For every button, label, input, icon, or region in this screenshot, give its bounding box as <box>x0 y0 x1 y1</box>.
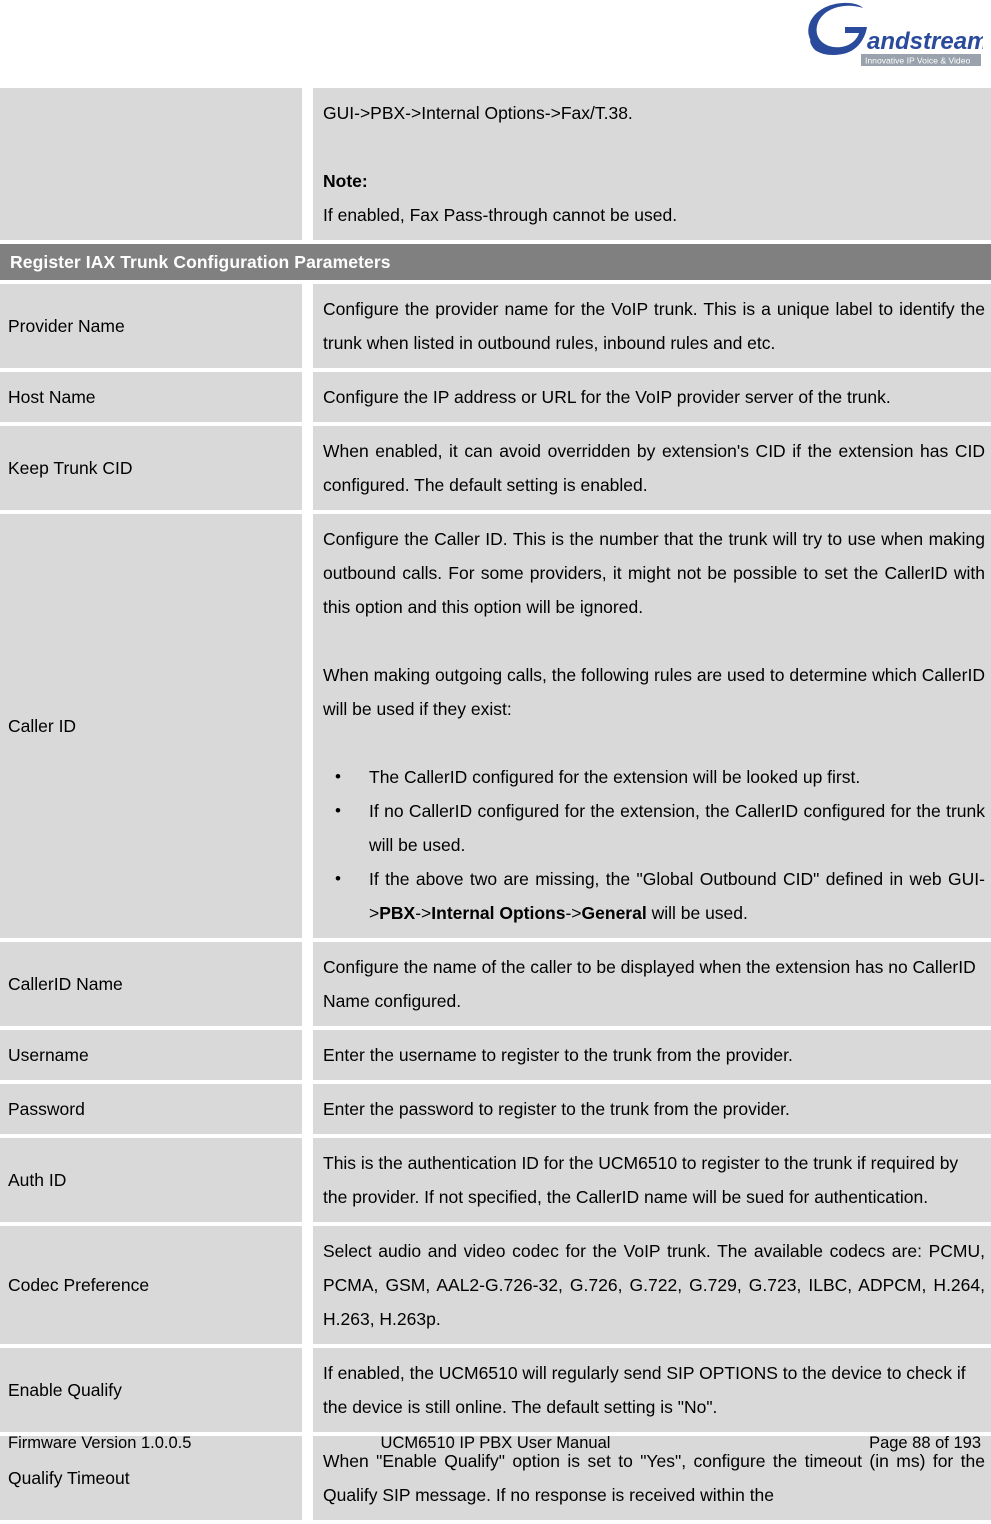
table-row: Auth ID This is the authentication ID fo… <box>0 1138 991 1222</box>
parameters-table: GUI->PBX->Internal Options->Fax/T.38. No… <box>0 88 991 1524</box>
table-row: Caller ID Configure the Caller ID. This … <box>0 514 991 938</box>
footer-firmware-version: Firmware Version 1.0.0.5 <box>8 1433 192 1452</box>
table-row: Enable Qualify If enabled, the UCM6510 w… <box>0 1348 991 1432</box>
bullet-bold-internal-options: Internal Options <box>431 903 566 923</box>
row-label-callerid-name: CallerID Name <box>0 942 302 1026</box>
table-row: Provider Name Configure the provider nam… <box>0 284 991 368</box>
row-label-keep-trunk-cid: Keep Trunk CID <box>0 426 302 510</box>
description-text: If enabled, the UCM6510 will regularly s… <box>323 1363 966 1417</box>
row-label-enable-qualify: Enable Qualify <box>0 1348 302 1432</box>
row-description: Enter the username to register to the tr… <box>313 1030 991 1080</box>
row-label-auth-id: Auth ID <box>0 1138 302 1222</box>
description-text: Configure the provider name for the VoIP… <box>323 299 985 353</box>
description-text: Enter the password to register to the tr… <box>323 1099 790 1119</box>
bullet-bold-pbx: PBX <box>379 903 416 923</box>
continued-line: GUI->PBX->Internal Options->Fax/T.38. <box>323 103 633 123</box>
row-label-provider-name: Provider Name <box>0 284 302 368</box>
row-description: If enabled, the UCM6510 will regularly s… <box>313 1348 991 1432</box>
row-label-codec-preference: Codec Preference <box>0 1226 302 1344</box>
row-description: Configure the IP address or URL for the … <box>313 372 991 422</box>
row-description: Select audio and video codec for the VoI… <box>313 1226 991 1344</box>
svg-text:andstream: andstream <box>867 28 983 55</box>
list-item: The CallerID configured for the extensio… <box>323 760 985 794</box>
table-row: Host Name Configure the IP address or UR… <box>0 372 991 422</box>
bullet-bold-general: General <box>581 903 647 923</box>
description-text: This is the authentication ID for the UC… <box>323 1153 959 1207</box>
table-row: GUI->PBX->Internal Options->Fax/T.38. No… <box>0 88 991 240</box>
description-paragraph-2: When making outgoing calls, the followin… <box>323 665 985 719</box>
note-heading: Note: <box>323 171 368 191</box>
table-row: Password Enter the password to register … <box>0 1084 991 1134</box>
row-description: Enter the password to register to the tr… <box>313 1084 991 1134</box>
row-label-host-name: Host Name <box>0 372 302 422</box>
table-row: Codec Preference Select audio and video … <box>0 1226 991 1344</box>
bullet-suffix: will be used. <box>646 903 748 923</box>
description-text: Configure the name of the caller to be d… <box>323 957 976 1011</box>
table-row: Username Enter the username to register … <box>0 1030 991 1080</box>
bullet-arrow: -> <box>565 903 582 923</box>
row-description: Configure the name of the caller to be d… <box>313 942 991 1026</box>
row-description: Configure the provider name for the VoIP… <box>313 284 991 368</box>
section-header-bar: Register IAX Trunk Configuration Paramet… <box>0 244 991 280</box>
row-description: This is the authentication ID for the UC… <box>313 1138 991 1222</box>
description-text: Enter the username to register to the tr… <box>323 1045 793 1065</box>
table-row: CallerID Name Configure the name of the … <box>0 942 991 1026</box>
page-footer: UCM6510 IP PBX User Manual Firmware Vers… <box>0 1428 991 1458</box>
rules-bullet-list: The CallerID configured for the extensio… <box>323 760 985 930</box>
description-text: Configure the IP address or URL for the … <box>323 387 891 407</box>
bullet-arrow: -> <box>415 903 432 923</box>
row-label-password: Password <box>0 1084 302 1134</box>
page-header: andstream Innovative IP Voice & Video <box>0 0 991 88</box>
grandstream-logo: andstream Innovative IP Voice & Video <box>805 2 983 70</box>
row-description: GUI->PBX->Internal Options->Fax/T.38. No… <box>313 88 991 240</box>
row-description: Configure the Caller ID. This is the num… <box>313 514 991 938</box>
row-label <box>0 88 302 240</box>
list-item: If no CallerID configured for the extens… <box>323 794 985 862</box>
row-label-caller-id: Caller ID <box>0 514 302 938</box>
list-item: If the above two are missing, the "Globa… <box>323 862 985 930</box>
description-paragraph-1: Configure the Caller ID. This is the num… <box>323 529 985 617</box>
description-text: Select audio and video codec for the VoI… <box>323 1241 985 1329</box>
footer-page-number: Page 88 of 193 <box>869 1433 981 1452</box>
row-label-username: Username <box>0 1030 302 1080</box>
note-text: If enabled, Fax Pass-through cannot be u… <box>323 205 678 225</box>
row-description: When enabled, it can avoid overridden by… <box>313 426 991 510</box>
description-text: When enabled, it can avoid overridden by… <box>323 441 985 495</box>
svg-text:Innovative IP Voice & Video: Innovative IP Voice & Video <box>865 56 970 66</box>
table-row: Keep Trunk CID When enabled, it can avoi… <box>0 426 991 510</box>
